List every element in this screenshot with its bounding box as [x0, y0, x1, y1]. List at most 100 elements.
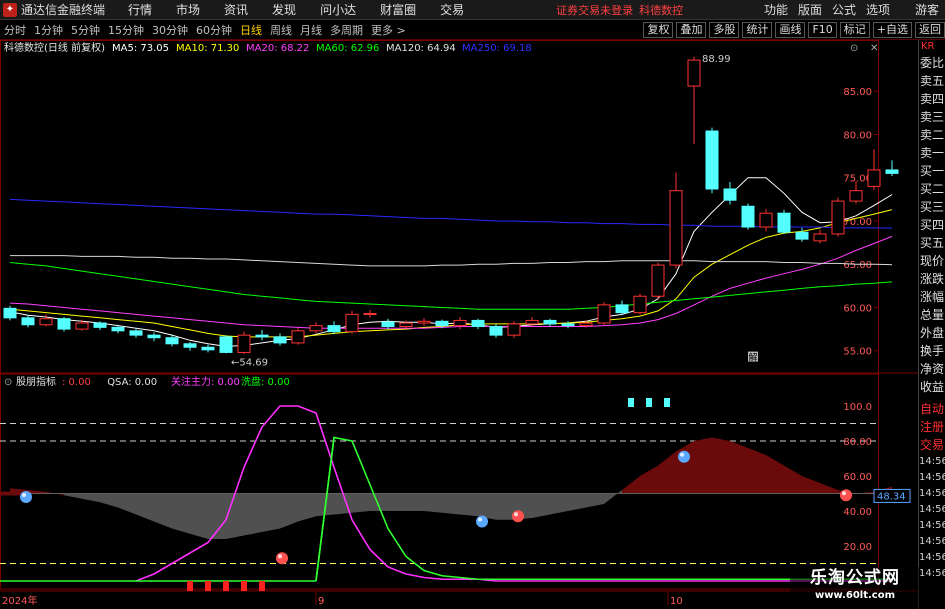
period-tab-9[interactable]: 多周期: [326, 22, 367, 38]
quote-side-panel: KR 委比 卖五 卖四 卖三 卖二 卖一 买一 买二 买三 买四 买五 现价 涨跌 涨幅 总量 外盘 换手 净资收…: [918, 40, 945, 609]
quote-item-7: 买二: [920, 182, 945, 196]
menu-caifuquan[interactable]: 财富圈: [368, 1, 428, 18]
watermark-url: www.60lt.com: [814, 590, 895, 601]
quote-list: 委比 卖五 卖四 卖三 卖二 卖一 买一 买二 买三 买四 买五 现价 涨跌 涨幅 总量 外盘 换手 净资 收益: [919, 54, 945, 396]
quote-item-0: 委比: [920, 56, 945, 70]
period-tab-8[interactable]: 月线: [296, 22, 326, 38]
tool-button-4[interactable]: 画线: [775, 22, 806, 38]
candle-body: [831, 200, 845, 235]
kline-chart[interactable]: 科德数控(日线 前复权) MA5: 73.05 MA10: 71.30 MA20: 6…: [0, 40, 918, 609]
menu-hangqing[interactable]: 行情: [116, 1, 164, 18]
red-ball-3-shine: [842, 491, 846, 496]
tool-button-6[interactable]: 标记: [839, 22, 870, 38]
login-warning[interactable]: 证券交易未登录: [556, 2, 633, 18]
qsa-area: [352, 493, 370, 513]
menu-faxian[interactable]: 发现: [260, 1, 308, 18]
qsa-area: [676, 441, 694, 494]
qsa-area: [748, 448, 766, 494]
tool-button-2[interactable]: 多股: [709, 22, 740, 38]
signal-bar-cyan-2: [664, 398, 670, 407]
trade-item-1[interactable]: 注册: [919, 418, 945, 436]
signal-bar-red-4: [259, 581, 265, 591]
signal-bar-red-1: [205, 581, 211, 591]
period-tab-5[interactable]: 60分钟: [192, 22, 236, 38]
quote-item-15: 外盘: [920, 326, 945, 340]
guest-button[interactable]: 游客: [915, 1, 939, 18]
red-ball-2: [276, 552, 288, 565]
qsa-area: [820, 483, 838, 494]
qsa-area: [712, 437, 730, 494]
ind-tick-label-1: 80.00: [843, 437, 872, 448]
candle-body: [615, 304, 629, 314]
trade-time-7: 14:56: [919, 568, 945, 579]
high-price-label: 88.99: [702, 54, 731, 65]
trade-time-2: 14:56: [919, 488, 945, 499]
period-tab-2[interactable]: 5分钟: [67, 22, 104, 38]
tool-button-8[interactable]: 返回: [915, 22, 945, 38]
tool-button-3[interactable]: 统计: [742, 22, 773, 38]
candle-body: [219, 336, 233, 353]
menu-xuanxiang[interactable]: 选项: [861, 1, 895, 18]
blue-ball-2-fill: [476, 515, 488, 528]
qsa-area: [100, 493, 118, 508]
ma-label-1: MA10: 71.30: [176, 43, 239, 54]
main-menu: 行情 市场 资讯 发现 问小达 财富圈 交易: [116, 1, 476, 18]
ind-tick-label-3: 40.00: [843, 507, 872, 518]
indicator-value-2: 关注主力: 0.00: [171, 375, 240, 388]
date-label-0: 2024年: [2, 594, 37, 607]
period-tab-3[interactable]: 15分钟: [104, 22, 148, 38]
menu-shichang[interactable]: 市场: [164, 1, 212, 18]
candle-body: [75, 322, 89, 330]
tool-button-5[interactable]: F10: [808, 22, 837, 38]
period-tab-6[interactable]: 日线: [236, 22, 266, 38]
qsa-area: [262, 493, 280, 532]
period-tab-1[interactable]: 1分钟: [30, 22, 67, 38]
quote-item-17: 净资: [920, 362, 945, 376]
red-ball-3: [840, 489, 852, 502]
trade-item-2[interactable]: 交易: [919, 436, 945, 454]
tool-button-1[interactable]: 叠加: [676, 22, 707, 38]
candle-body: [525, 319, 539, 325]
settings-icon: ⊙: [850, 43, 858, 54]
menu-gongshi[interactable]: 公式: [827, 1, 861, 18]
qsa-edge-left: [0, 491, 22, 496]
candle-body: [291, 330, 305, 344]
trade-item-0[interactable]: 自动: [919, 400, 945, 418]
period-tab-7[interactable]: 周线: [266, 22, 296, 38]
candle-body: [129, 330, 143, 336]
y-tick-label-0: 85.00: [843, 87, 872, 98]
qsa-area: [604, 490, 622, 504]
candle-body: [3, 307, 17, 319]
ind-tick-label-4: 20.00: [843, 542, 872, 553]
qsa-area: [586, 493, 604, 508]
menu-jiaoyi[interactable]: 交易: [428, 1, 476, 18]
quote-item-12: 涨跌: [920, 272, 945, 286]
quote-item-11: 现价: [920, 254, 945, 268]
candle-body: [759, 212, 773, 228]
qsa-area: [496, 493, 514, 520]
menu-wenxiaoda[interactable]: 问小达: [308, 1, 368, 18]
period-tab-10[interactable]: 更多 >: [367, 22, 410, 38]
menu-banmian[interactable]: 版面: [793, 1, 827, 18]
candle-body: [453, 319, 467, 327]
tool-button-0[interactable]: 复权: [643, 22, 674, 38]
tool-button-7[interactable]: +自选: [872, 22, 912, 38]
menu-gongneng[interactable]: 功能: [759, 1, 793, 18]
candle-body: [147, 334, 161, 339]
candle-body: [57, 318, 71, 330]
qsa-area: [154, 493, 172, 529]
current-value-label: 48.34: [877, 491, 906, 502]
tdx-logo-icon: ✦: [3, 2, 17, 17]
ma-label-3: MA60: 62.96: [316, 43, 379, 54]
quote-item-6: 买一: [920, 164, 945, 178]
period-tab-4[interactable]: 30分钟: [148, 22, 192, 38]
qsa-area: [190, 493, 208, 539]
period-tab-0[interactable]: 分时: [0, 22, 30, 38]
qsa-area: [28, 490, 46, 494]
menu-zixun[interactable]: 资讯: [212, 1, 260, 18]
quote-item-5: 卖一: [920, 146, 945, 160]
period-toolbar: 分时 1分钟 5分钟 15分钟 30分钟 60分钟 日线 周线 月线 多周期 更多 > 复权 叠加 多股…: [0, 21, 945, 40]
qsa-area: [460, 493, 478, 517]
trade-time-5: 14:56: [919, 536, 945, 547]
blue-ball-3-shine: [680, 452, 684, 457]
